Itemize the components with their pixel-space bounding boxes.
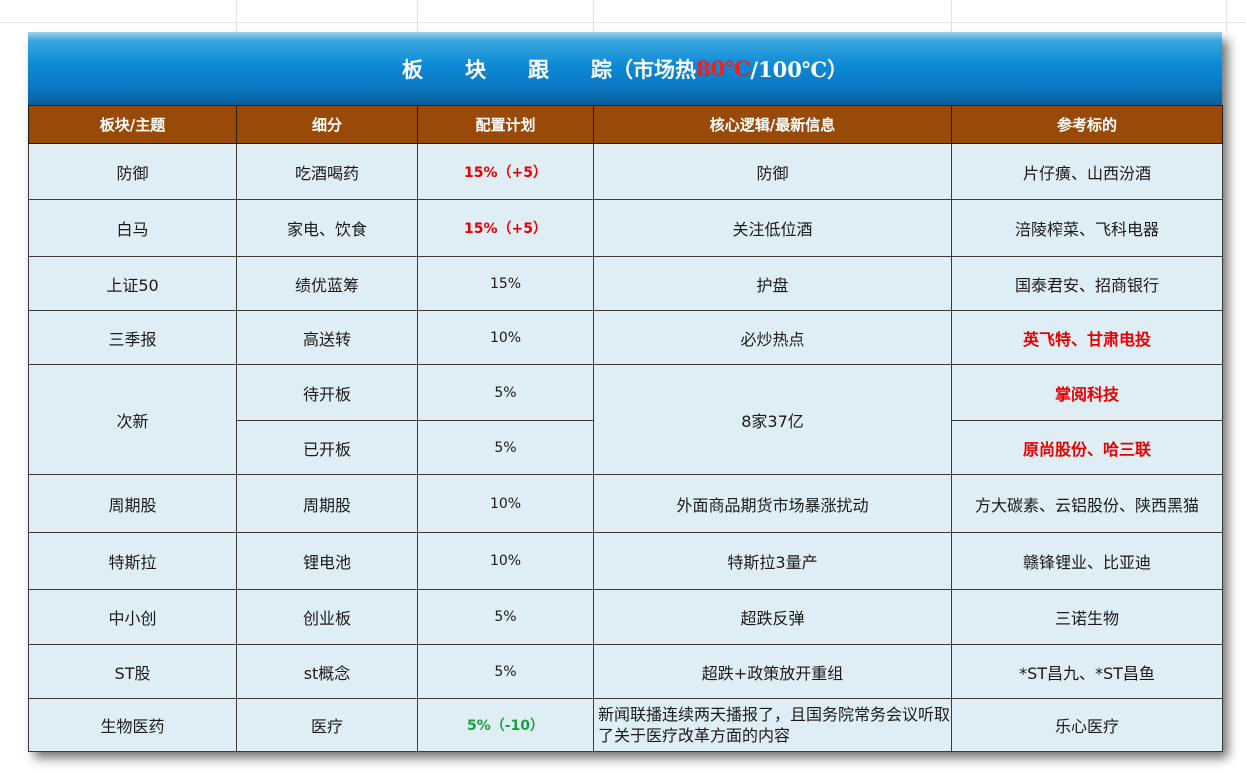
table-row: 白马 家电、饮食 15%（+5） 关注低位酒 涪陵榨菜、飞科电器	[28, 199, 1223, 257]
cell-sub[interactable]: 高送转	[236, 310, 418, 365]
cell-sector[interactable]: 周期股	[28, 474, 237, 533]
cell-plan[interactable]: 5%	[417, 644, 594, 699]
cell-targets[interactable]: 乐心医疗	[951, 698, 1223, 752]
cell-sector[interactable]: 白马	[28, 199, 237, 257]
cell-targets[interactable]: 方大碳素、云铝股份、陕西黑猫	[951, 474, 1223, 533]
cell-sub[interactable]: 吃酒喝药	[236, 143, 418, 200]
header-sector[interactable]: 板块/主题	[28, 105, 237, 144]
cell-logic[interactable]: 外面商品期货市场暴涨扰动	[593, 474, 952, 533]
table-row: 三季报 高送转 10% 必炒热点 英飞特、甘肃电投	[28, 310, 1223, 365]
cell-sub[interactable]: 周期股	[236, 474, 418, 533]
cell-targets[interactable]: 涪陵榨菜、飞科电器	[951, 199, 1223, 257]
cell-targets[interactable]: 赣锋锂业、比亚迪	[951, 532, 1223, 590]
cell-sector[interactable]: 生物医药	[28, 698, 237, 752]
cell-plan[interactable]: 10%	[417, 532, 594, 590]
cell-targets[interactable]: 三诺生物	[951, 589, 1223, 645]
header-sub[interactable]: 细分	[236, 105, 418, 144]
cell-targets[interactable]: 掌阅科技	[951, 364, 1223, 421]
cell-plan[interactable]: 5%	[417, 364, 594, 421]
cell-sector[interactable]: 三季报	[28, 310, 237, 365]
table-row: 周期股 周期股 10% 外面商品期货市场暴涨扰动 方大碳素、云铝股份、陕西黑猫	[28, 474, 1223, 533]
cell-plan[interactable]: 10%	[417, 474, 594, 533]
table-row: 生物医药 医疗 5%（-10） 新闻联播连续两天播报了，且国务院常务会议听取了关…	[28, 698, 1223, 752]
cell-sub[interactable]: 已开板	[236, 420, 418, 475]
cell-plan[interactable]: 15%（+5）	[417, 199, 594, 257]
cell-logic[interactable]: 特斯拉3量产	[593, 532, 952, 590]
cell-logic[interactable]: 关注低位酒	[593, 199, 952, 257]
cell-plan[interactable]: 5%	[417, 420, 594, 475]
header-targets[interactable]: 参考标的	[951, 105, 1223, 144]
header-plan[interactable]: 配置计划	[417, 105, 594, 144]
cell-plan[interactable]: 10%	[417, 310, 594, 365]
header-logic[interactable]: 核心逻辑/最新信息	[593, 105, 952, 144]
cell-sub[interactable]: 医疗	[236, 698, 418, 752]
table-row: 次新 待开板 5% 8家37亿 掌阅科技	[28, 364, 1223, 475]
cell-plan[interactable]: 15%	[417, 256, 594, 311]
cell-sector[interactable]: 上证50	[28, 256, 237, 311]
table-row: 特斯拉 锂电池 10% 特斯拉3量产 赣锋锂业、比亚迪	[28, 532, 1223, 590]
spreadsheet-gridlines	[0, 0, 1246, 32]
cell-logic[interactable]: 超跌反弹	[593, 589, 952, 645]
cell-sub[interactable]: 绩优蓝筹	[236, 256, 418, 311]
cell-plan[interactable]: 5%（-10）	[417, 698, 594, 752]
cell-logic[interactable]: 8家37亿	[593, 364, 952, 475]
sheet-title: 板 块 跟 踪（市场热 80℃/100℃）	[28, 32, 1222, 105]
title-max: /100℃）	[750, 56, 849, 82]
header-row: 板块/主题 细分 配置计划 核心逻辑/最新信息 参考标的	[28, 105, 1223, 144]
sector-table: 板块/主题 细分 配置计划 核心逻辑/最新信息 参考标的 防御 吃酒喝药 15%…	[28, 105, 1223, 752]
cell-plan[interactable]: 15%（+5）	[417, 143, 594, 200]
cell-targets[interactable]: 片仔癀、山西汾酒	[951, 143, 1223, 200]
cell-sector[interactable]: 次新	[28, 364, 237, 475]
table-row: 上证50 绩优蓝筹 15% 护盘 国泰君安、招商银行	[28, 256, 1223, 311]
cell-sub[interactable]: st概念	[236, 644, 418, 699]
cell-sector[interactable]: 防御	[28, 143, 237, 200]
cell-sub[interactable]: 创业板	[236, 589, 418, 645]
cell-logic[interactable]: 新闻联播连续两天播报了，且国务院常务会议听取了关于医疗改革方面的内容	[593, 698, 952, 752]
cell-targets[interactable]: 英飞特、甘肃电投	[951, 310, 1223, 365]
cell-logic[interactable]: 防御	[593, 143, 952, 200]
title-main: 板 块 跟 踪	[401, 56, 612, 82]
cell-plan[interactable]: 5%	[417, 589, 594, 645]
table-row: 防御 吃酒喝药 15%（+5） 防御 片仔癀、山西汾酒	[28, 143, 1223, 200]
cell-targets[interactable]: 原尚股份、哈三联	[951, 420, 1223, 475]
cell-sub[interactable]: 锂电池	[236, 532, 418, 590]
cell-targets[interactable]: 国泰君安、招商银行	[951, 256, 1223, 311]
cell-sector[interactable]: ST股	[28, 644, 237, 699]
table-row: ST股 st概念 5% 超跌+政策放开重组 *ST昌九、*ST昌鱼	[28, 644, 1223, 699]
sector-tracking-sheet: 板 块 跟 踪（市场热 80℃/100℃） 板块/主题 细分 配置计划 核心逻辑/…	[28, 32, 1223, 752]
title-paren: （市场热	[611, 56, 696, 82]
table-row: 中小创 创业板 5% 超跌反弹 三诺生物	[28, 589, 1223, 645]
cell-sector[interactable]: 中小创	[28, 589, 237, 645]
cell-targets[interactable]: *ST昌九、*ST昌鱼	[951, 644, 1223, 699]
cell-sub[interactable]: 家电、饮食	[236, 199, 418, 257]
cell-logic[interactable]: 超跌+政策放开重组	[593, 644, 952, 699]
cell-logic[interactable]: 护盘	[593, 256, 952, 311]
cell-logic[interactable]: 必炒热点	[593, 310, 952, 365]
cell-sector[interactable]: 特斯拉	[28, 532, 237, 590]
cell-sub[interactable]: 待开板	[236, 364, 418, 421]
market-heat-value: 80℃	[695, 56, 751, 81]
